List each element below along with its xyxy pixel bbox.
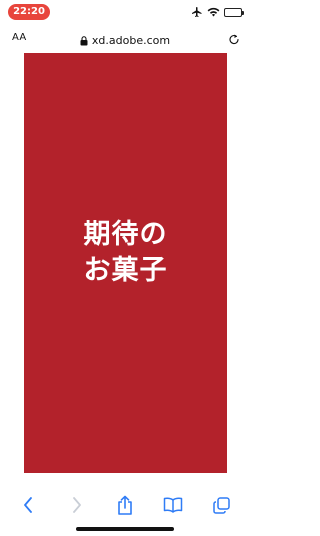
status-icons — [191, 6, 244, 18]
reload-icon[interactable] — [228, 31, 240, 50]
airplane-icon — [191, 6, 203, 18]
status-time: 22:20 — [8, 4, 50, 20]
home-indicator — [76, 527, 174, 531]
hero-title-line-2: お菓子 — [83, 255, 168, 286]
battery-icon — [224, 7, 244, 17]
hero-title: 期待の お菓子 — [84, 217, 168, 289]
address-bar[interactable]: AA xd.adobe.com — [0, 28, 250, 50]
url-text: xd.adobe.com — [91, 34, 171, 47]
forward-icon[interactable] — [63, 493, 91, 517]
url-field[interactable]: xd.adobe.com — [0, 31, 250, 50]
hero-banner: 期待の お菓子 — [24, 53, 227, 473]
hero-title-line-1: 期待の — [83, 219, 168, 250]
browser-screen: 22:20 AA xd.adobe.com 期待の お菓子 — [0, 0, 250, 536]
back-icon[interactable] — [14, 493, 42, 517]
bookmarks-icon[interactable] — [159, 493, 187, 517]
share-icon[interactable] — [111, 493, 139, 517]
tabs-icon[interactable] — [208, 493, 236, 517]
wifi-icon — [207, 7, 220, 17]
browser-toolbar — [0, 490, 250, 520]
status-bar: 22:20 — [0, 0, 250, 24]
lock-icon — [80, 31, 88, 50]
